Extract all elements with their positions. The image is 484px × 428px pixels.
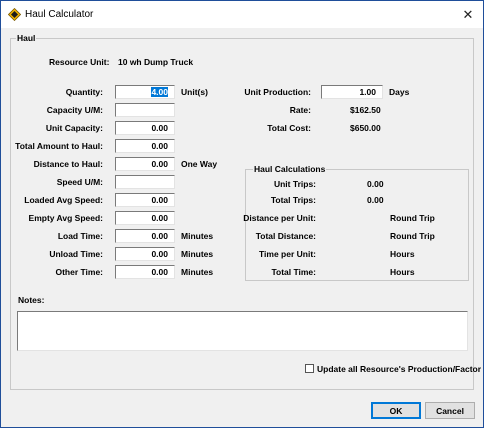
rate-value: $162.50 [350,105,381,115]
loaded-speed-input[interactable]: 0.00 [115,193,175,207]
speed-um-label: Speed U/M: [56,177,103,187]
load-time-label: Load Time: [57,231,103,241]
update-all-label[interactable]: Update all Resource's Production/Factor [317,363,481,375]
unit-capacity-label: Unit Capacity: [45,123,103,133]
ok-button[interactable]: OK [371,402,421,419]
total-distance-value: Round Trip [390,231,435,241]
close-icon: ✕ [462,6,474,22]
notes-label: Notes: [18,295,45,305]
time-per-unit-value: Hours [390,249,415,259]
quantity-input[interactable]: 4.00 [115,85,175,99]
notes-textarea[interactable] [17,311,468,351]
distance-per-unit-value: Round Trip [390,213,435,223]
unload-time-input[interactable]: 0.00 [115,247,175,261]
empty-speed-label: Empty Avg Speed: [28,213,103,223]
total-trips-value: 0.00 [367,195,384,205]
rate-label: Rate: [289,105,311,115]
unit-production-label: Unit Production: [244,87,311,97]
cancel-button-label: Cancel [436,405,464,416]
other-time-label: Other Time: [55,267,103,277]
total-amount-input[interactable]: 0.00 [115,139,175,153]
app-logo-icon [8,8,21,21]
total-cost-value: $650.00 [350,123,381,133]
haul-calculator-dialog: Haul Calculator ✕ Haul Resource Unit: 10… [0,0,484,428]
haul-group-title: Haul [16,33,37,43]
empty-speed-input[interactable]: 0.00 [115,211,175,225]
total-time-label: Total Time: [271,267,316,277]
quantity-unit: Unit(s) [181,87,208,97]
loaded-speed-label: Loaded Avg Speed: [24,195,103,205]
other-time-input[interactable]: 0.00 [115,265,175,279]
other-time-unit: Minutes [181,267,214,277]
resource-unit-label: Resource Unit: [49,57,110,67]
cancel-button[interactable]: Cancel [425,402,475,419]
window-title: Haul Calculator [25,9,94,20]
distance-input[interactable]: 0.00 [115,157,175,171]
unload-time-unit: Minutes [181,249,214,259]
distance-unit: One Way [181,159,218,169]
close-button[interactable]: ✕ [453,1,483,28]
speed-um-input[interactable] [115,175,175,189]
resource-unit-value: 10 wh Dump Truck [118,57,194,67]
capacity-um-input[interactable] [115,103,175,117]
capacity-um-label: Capacity U/M: [46,105,103,115]
total-cost-label: Total Cost: [267,123,311,133]
distance-label: Distance to Haul: [33,159,103,169]
update-all-checkbox[interactable] [305,364,314,373]
unit-trips-value: 0.00 [367,179,384,189]
total-distance-label: Total Distance: [255,231,316,241]
unload-time-label: Unload Time: [49,249,103,259]
unit-production-input[interactable]: 1.00 [321,85,383,99]
distance-per-unit-label: Distance per Unit: [243,213,316,223]
unit-production-unit: Days [389,87,410,97]
load-time-input[interactable]: 0.00 [115,229,175,243]
unit-trips-label: Unit Trips: [273,179,316,189]
time-per-unit-label: Time per Unit: [259,249,316,259]
load-time-unit: Minutes [181,231,214,241]
haul-calculations-title: Haul Calculations [253,164,327,174]
total-amount-label: Total Amount to Haul: [15,141,103,151]
total-time-value: Hours [390,267,415,277]
quantity-label: Quantity: [65,87,103,97]
ok-button-label: OK [389,405,403,416]
total-trips-label: Total Trips: [270,195,316,205]
title-bar: Haul Calculator ✕ [1,1,483,28]
unit-capacity-input[interactable]: 0.00 [115,121,175,135]
